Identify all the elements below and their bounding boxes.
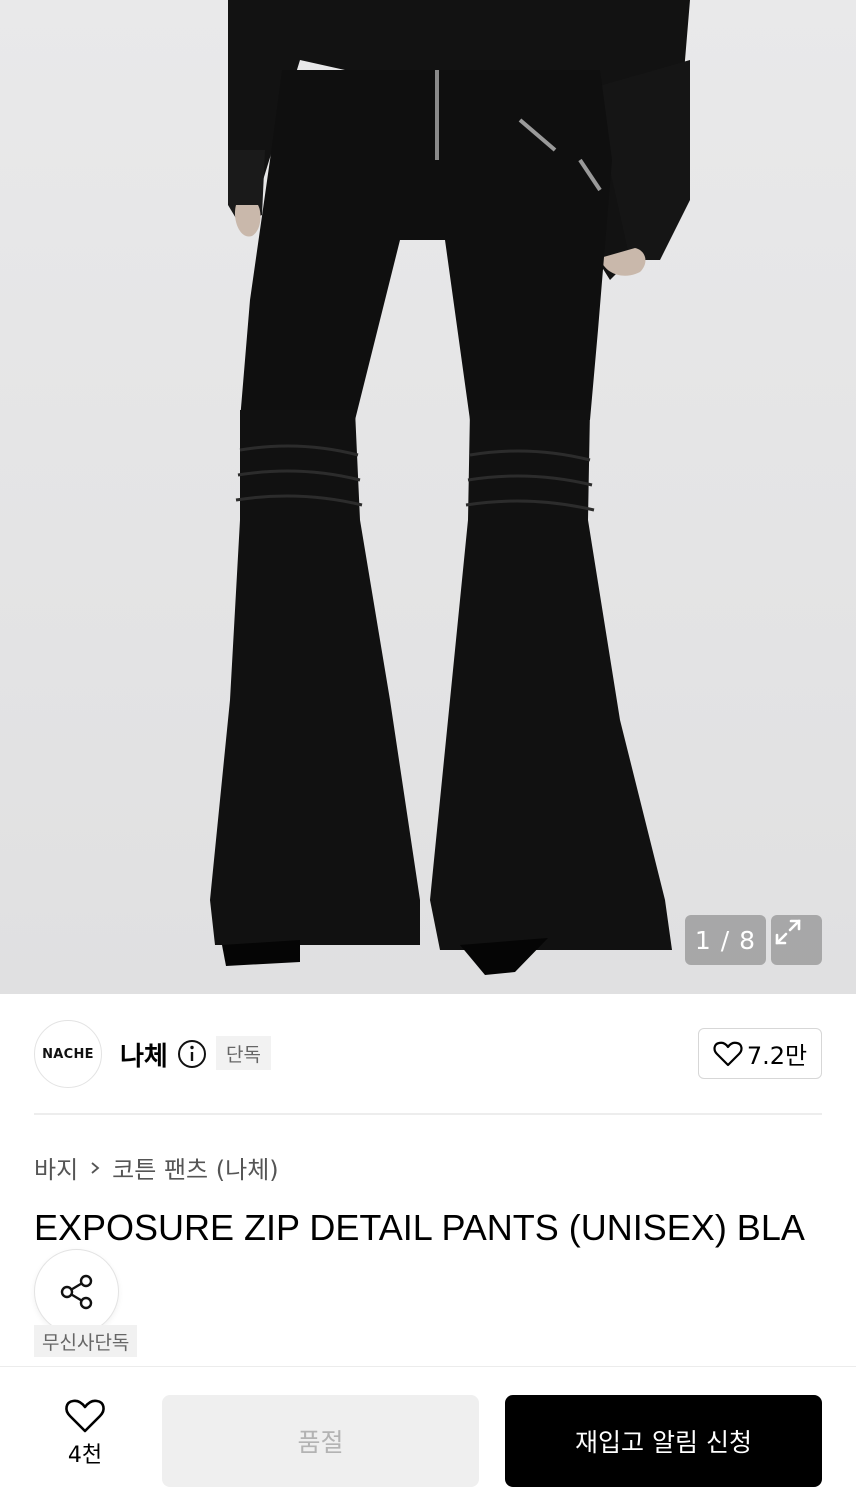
- product-image-gallery[interactable]: 1 / 8: [0, 0, 856, 994]
- wishlist-count: 4천: [67, 1443, 103, 1468]
- divider: [34, 1113, 822, 1115]
- image-counter: 1 / 8: [685, 915, 766, 965]
- wishlist-button[interactable]: 4천: [50, 1397, 120, 1469]
- brand-exclusive-badge: 단독: [216, 1036, 271, 1070]
- musinsa-exclusive-badge: 무신사단독: [34, 1325, 138, 1357]
- chevron-right-icon: [91, 1161, 100, 1174]
- info-icon[interactable]: [177, 1039, 207, 1069]
- breadcrumb-category[interactable]: 바지: [34, 1150, 78, 1185]
- share-button[interactable]: [34, 1249, 119, 1334]
- brand-name[interactable]: 나체: [120, 1036, 168, 1073]
- expand-button[interactable]: [771, 915, 822, 965]
- brand-row: NACHE 나체 단독 7.2만: [34, 1020, 822, 1088]
- breadcrumb-subcategory[interactable]: 코튼 팬츠 (나체): [112, 1150, 278, 1185]
- brand-logo[interactable]: NACHE: [34, 1020, 102, 1088]
- breadcrumb: 바지 코튼 팬츠 (나체): [34, 1150, 279, 1185]
- brand-like-count: 7.2만: [746, 1042, 808, 1070]
- expand-icon: [775, 919, 801, 945]
- product-photo: [210, 0, 690, 975]
- heart-icon: [65, 1399, 105, 1433]
- product-title: EXPOSURE ZIP DETAIL PANTS (UNISEX) BLA: [34, 1207, 805, 1248]
- heart-icon: [713, 1041, 743, 1066]
- brand-like-button[interactable]: 7.2만: [698, 1028, 822, 1079]
- share-icon: [60, 1274, 92, 1309]
- soldout-button: 품절: [162, 1395, 479, 1487]
- restock-alert-button[interactable]: 재입고 알림 신청: [505, 1395, 822, 1487]
- bottom-action-bar: 4천 품절 재입고 알림 신청: [0, 1366, 856, 1500]
